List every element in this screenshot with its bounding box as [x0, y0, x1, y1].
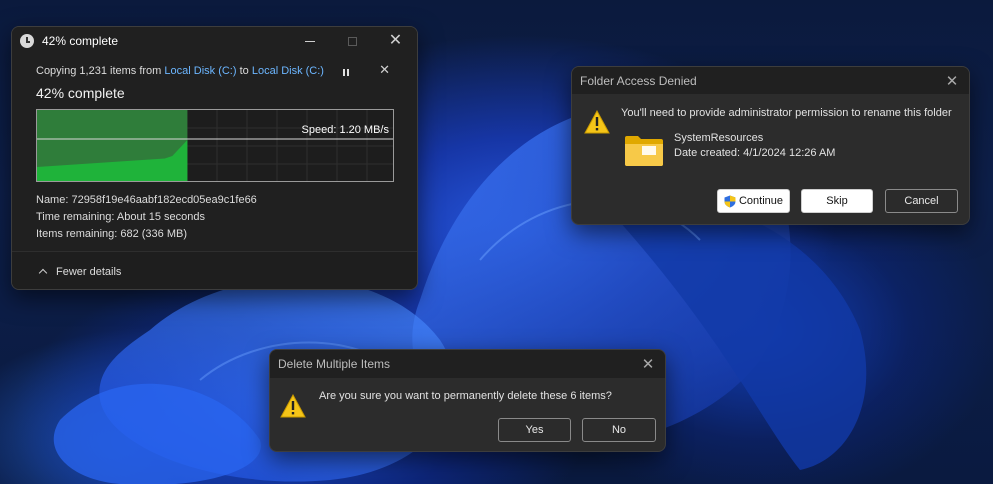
close-button[interactable]: ✕ — [374, 27, 417, 55]
cancel-copy-button[interactable]: ✕ — [379, 62, 390, 78]
close-icon: ✕ — [945, 72, 959, 90]
cancel-label: Cancel — [904, 195, 939, 207]
copy-summary-to: to — [239, 65, 249, 77]
yes-label: Yes — [525, 424, 544, 436]
maximize-icon — [348, 36, 357, 46]
continue-button[interactable]: Continue — [717, 189, 790, 213]
cancel-button[interactable]: Cancel — [885, 189, 958, 213]
copy-progress-window: 42% complete ✕ Copying 1,231 items from … — [11, 26, 418, 290]
skip-button[interactable]: Skip — [801, 189, 873, 213]
copy-summary: Copying 1,231 items from Local Disk (C:)… — [36, 65, 417, 77]
folder-icon — [625, 136, 663, 166]
time-remaining: Time remaining: About 15 seconds — [36, 211, 205, 223]
copy-summary-prefix: Copying 1,231 items from — [36, 65, 162, 77]
delete-titlebar: Delete Multiple Items ✕ — [270, 350, 665, 378]
items-remaining: Items remaining: 682 (336 MB) — [36, 228, 188, 240]
access-message: You'll need to provide administrator per… — [621, 107, 952, 119]
progress-heading: 42% complete — [36, 85, 125, 101]
caption-buttons: ✕ — [288, 27, 417, 55]
delete-dialog-title: Delete Multiple Items — [278, 357, 391, 371]
destination-link[interactable]: Local Disk (C:) — [252, 65, 324, 77]
copy-titlebar: 42% complete ✕ — [12, 27, 417, 55]
warning-icon — [280, 394, 306, 418]
continue-label: Continue — [738, 195, 784, 207]
access-dialog-title: Folder Access Denied — [580, 73, 697, 88]
delete-multiple-items-dialog: Delete Multiple Items ✕ Are you sure you… — [269, 349, 666, 452]
copy-window-title: 42% complete — [42, 34, 119, 48]
transfer-speed-graph: Speed: 1.20 MB/s — [36, 109, 394, 182]
file-name: Name: 72958f19e46aabf182ecd05ea9c1fe66 — [36, 194, 257, 206]
speed-label: Speed: 1.20 MB/s — [301, 124, 389, 136]
clock-icon — [20, 34, 34, 48]
no-button[interactable]: No — [582, 418, 656, 442]
chevron-up-icon — [38, 268, 48, 278]
speed-graph-svg — [37, 110, 393, 181]
minimize-icon — [304, 40, 315, 42]
copy-details: Name: 72958f19e46aabf182ecd05ea9c1fe66 T… — [36, 192, 257, 243]
warning-icon — [584, 110, 610, 134]
folder-name: SystemResources — [674, 132, 764, 144]
maximize-button[interactable] — [331, 27, 374, 55]
fewer-details-label: Fewer details — [56, 265, 122, 278]
close-button[interactable]: ✕ — [631, 350, 665, 378]
pause-icon — [343, 68, 345, 76]
skip-label: Skip — [826, 195, 848, 207]
delete-message: Are you sure you want to permanently del… — [319, 390, 612, 402]
folder-access-denied-dialog: Folder Access Denied ✕ You'll need to pr… — [571, 66, 970, 225]
access-titlebar: Folder Access Denied ✕ — [572, 67, 969, 94]
close-icon: ✕ — [379, 62, 390, 77]
uac-shield-icon — [724, 195, 736, 207]
close-button[interactable]: ✕ — [935, 67, 969, 95]
yes-button[interactable]: Yes — [498, 418, 571, 442]
pause-button[interactable] — [339, 65, 353, 79]
fewer-details-button[interactable]: Fewer details — [12, 251, 417, 289]
close-icon: ✕ — [641, 356, 655, 373]
no-label: No — [611, 424, 627, 436]
close-icon: ✕ — [388, 32, 403, 49]
minimize-button[interactable] — [288, 27, 331, 55]
copy-body: Copying 1,231 items from Local Disk (C:)… — [12, 55, 417, 101]
source-link[interactable]: Local Disk (C:) — [164, 65, 236, 77]
folder-date-created: Date created: 4/1/2024 12:26 AM — [674, 147, 836, 159]
